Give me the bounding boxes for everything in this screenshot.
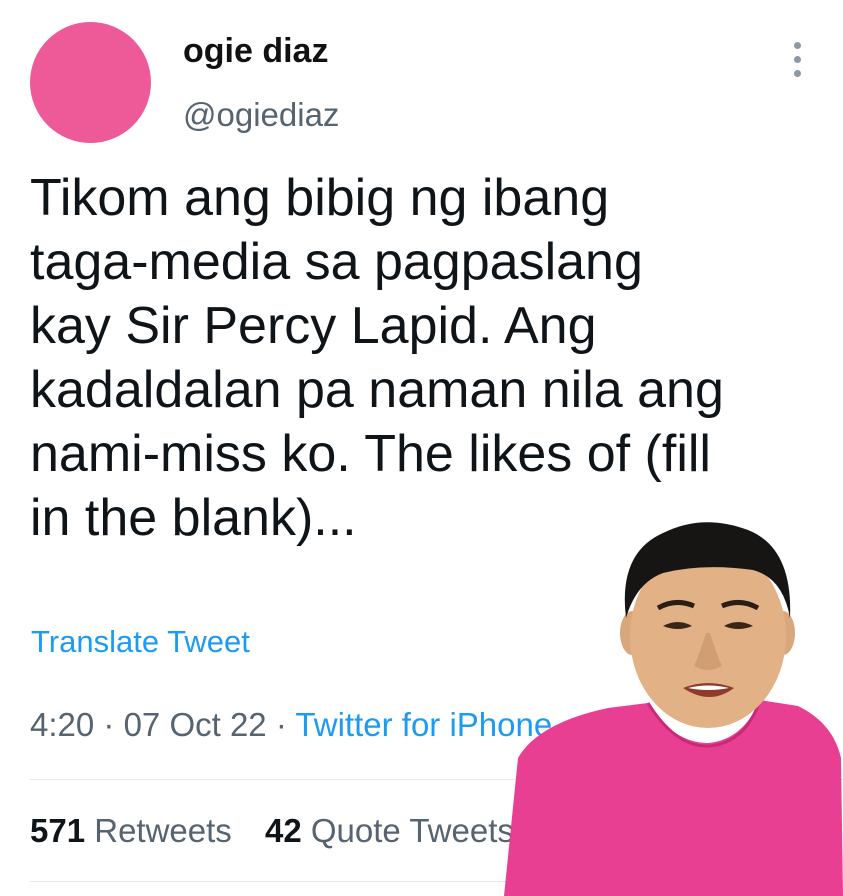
- retweets-stat[interactable]: 571 Retweets: [30, 812, 232, 849]
- engagement-stats: 571 Retweets 42 Quote Tweets: [30, 812, 538, 850]
- tweet-text: Tikom ang bibig ng ibang taga-media sa p…: [30, 169, 724, 547]
- tweet-card: ogie diaz @ogiediaz Tikom ang bibig ng i…: [0, 0, 843, 896]
- more-dot: [794, 42, 801, 49]
- tweet-time[interactable]: 4:20: [30, 706, 94, 743]
- quotes-count: 42: [264, 812, 302, 849]
- quote-tweets-stat[interactable]: 42 Quote Tweets: [265, 812, 514, 849]
- more-dot: [794, 70, 801, 77]
- more-dot: [794, 56, 801, 63]
- display-name[interactable]: ogie diaz: [183, 32, 328, 71]
- translate-tweet-link[interactable]: Translate Tweet: [31, 624, 250, 660]
- avatar[interactable]: [30, 22, 151, 143]
- user-handle[interactable]: @ogiediaz: [183, 96, 339, 134]
- quotes-label: Quote Tweets: [310, 812, 514, 849]
- retweets-count: 571: [30, 812, 86, 849]
- tweet-date[interactable]: 07 Oct 22: [124, 706, 267, 743]
- person-photo: [504, 522, 843, 896]
- meta-separator: ·: [275, 706, 287, 743]
- tweet-meta: 4:20 · 07 Oct 22 · Twitter for iPhone: [30, 706, 552, 744]
- meta-separator: ·: [103, 706, 115, 743]
- more-vertical-icon[interactable]: [786, 40, 810, 80]
- retweets-label: Retweets: [94, 812, 232, 849]
